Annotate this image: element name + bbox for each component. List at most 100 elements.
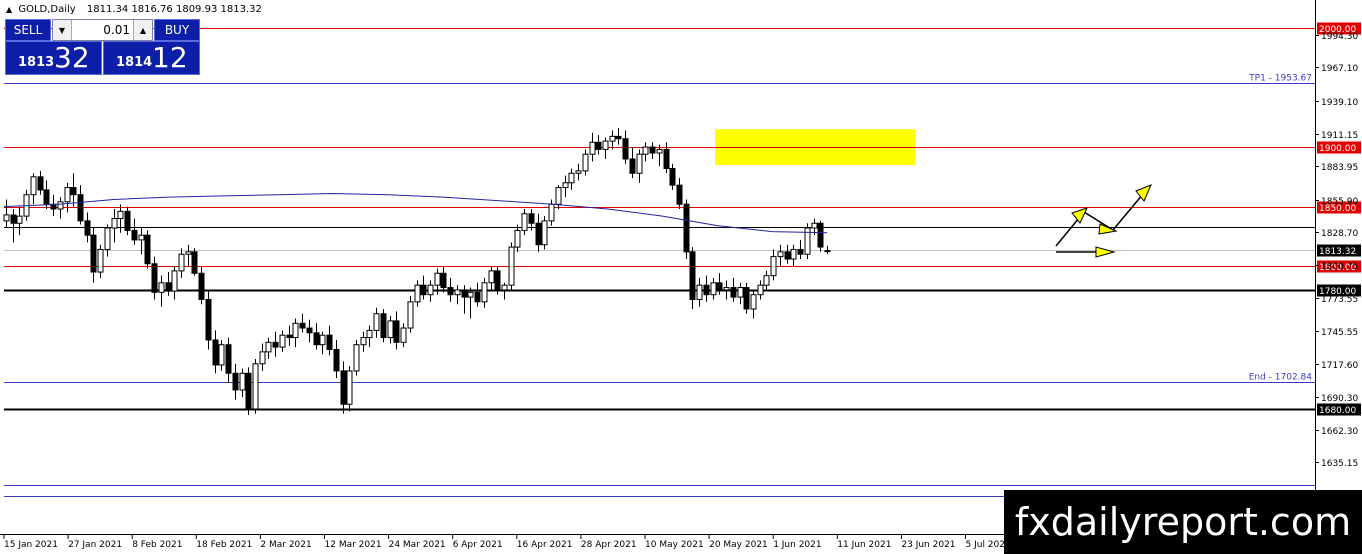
y-tick-label: 1717.60: [1321, 361, 1358, 371]
x-tick-label: 27 Jan 2021: [68, 540, 122, 550]
candle-body: [326, 334, 333, 350]
candle-body: [245, 372, 252, 410]
candle-body: [434, 272, 441, 286]
candle-body: [595, 141, 602, 150]
one-click-trading-panel: SELL ▼ 0.01 ▲ BUY 1813 32 1814 12: [5, 19, 200, 77]
x-tick-label: 1 Jun 2021: [773, 540, 821, 550]
candle-body: [481, 282, 488, 303]
y-tick-label: 1911.15: [1321, 131, 1358, 141]
candle-body: [440, 272, 447, 289]
candle-body: [373, 313, 380, 331]
candle-body: [299, 322, 306, 329]
arrow-head-icon: [1095, 246, 1116, 258]
price-tag-label: 1813.32: [1319, 247, 1356, 257]
candle-body: [259, 351, 266, 365]
bid-price-button[interactable]: 1813 32: [5, 41, 102, 75]
lot-increase-icon[interactable]: ▲: [133, 20, 152, 40]
candle-body: [521, 213, 528, 231]
candle-body: [77, 194, 84, 222]
ask-price-pips: 12: [152, 41, 188, 74]
x-tick-label: 18 Feb 2021: [196, 540, 252, 550]
candle-body: [488, 270, 495, 284]
lot-decrease-icon[interactable]: ▼: [53, 20, 72, 40]
candle-body: [663, 148, 670, 169]
candle-body: [407, 301, 414, 329]
candle-body: [737, 287, 744, 298]
x-tick-label: 16 Apr 2021: [517, 540, 573, 550]
candle-body: [743, 287, 750, 310]
candle-body: [811, 222, 818, 229]
bid-price-prefix: 1813: [18, 55, 55, 70]
candle-body: [185, 251, 192, 255]
candle-body: [454, 289, 461, 296]
candle-body: [622, 138, 629, 160]
candle-body: [171, 270, 178, 292]
buy-button[interactable]: BUY: [154, 19, 200, 41]
ask-price-button[interactable]: 1814 12: [103, 41, 200, 75]
candle-body: [420, 284, 427, 296]
candle-body: [366, 329, 373, 339]
candle-body: [64, 187, 71, 203]
candle-body: [568, 172, 575, 184]
candle-body: [272, 341, 279, 348]
x-tick-label: 6 Apr 2021: [453, 540, 503, 550]
candle-body: [10, 214, 17, 224]
candle-body: [252, 363, 259, 410]
candle-body: [710, 282, 717, 296]
y-tick-label: 1745.55: [1321, 328, 1358, 338]
x-tick-label: 12 Mar 2021: [325, 540, 382, 550]
candle-body: [165, 282, 172, 292]
candle-body: [797, 248, 804, 255]
candle-body: [191, 251, 198, 274]
candle-body: [212, 339, 219, 366]
candle-body: [555, 187, 562, 205]
candle-body: [602, 140, 609, 150]
ohlc-readout: 1811.34 1816.76 1809.93 1813.32: [86, 4, 262, 15]
candle-body: [636, 153, 643, 174]
candle-body: [346, 370, 353, 405]
candle-body: [117, 210, 124, 219]
candle-body: [414, 284, 421, 303]
lot-size-value[interactable]: 0.01: [71, 20, 134, 40]
candle-body: [589, 141, 596, 155]
candle-body: [467, 291, 474, 298]
candle-body: [763, 275, 770, 286]
candle-body: [723, 287, 730, 291]
candle-body: [158, 282, 165, 293]
candle-body: [696, 284, 703, 300]
candle-body: [205, 298, 212, 341]
candle-body: [104, 227, 111, 250]
candle-body: [151, 263, 158, 293]
candle-body: [360, 337, 367, 346]
price-tag-label: 1680.00: [1319, 406, 1356, 416]
sell-button[interactable]: SELL: [5, 19, 51, 41]
candle-body: [790, 248, 797, 260]
candle-body: [770, 256, 777, 277]
candle-body: [380, 313, 387, 339]
candle-body: [70, 187, 77, 196]
candle-body: [400, 327, 407, 343]
candle-body: [97, 248, 104, 273]
candle-body: [333, 348, 340, 372]
chart-area[interactable]: 2000.00 TP1 - 1953.67 1900.00 1850.00 1813.3…: [0, 0, 1361, 550]
candle-body: [548, 203, 555, 222]
candle-body: [239, 372, 246, 391]
x-tick-label: 10 May 2021: [645, 540, 704, 550]
candle-body: [131, 229, 138, 241]
x-tick-label: 28 Apr 2021: [581, 540, 637, 550]
candle-body: [676, 184, 683, 205]
candle-body: [30, 176, 37, 196]
candle-body: [817, 222, 824, 248]
price-chart[interactable]: 2000.00TP1 - 1953.671900.001850.001813.3…: [0, 0, 1362, 554]
candle-body: [689, 251, 696, 300]
candle-body: [683, 203, 690, 253]
x-tick-label: 24 Mar 2021: [389, 540, 446, 550]
arrow-head-icon: [1071, 207, 1088, 224]
candle-body: [286, 334, 293, 339]
x-tick-label: 15 Jan 2021: [4, 540, 58, 550]
candle-body: [750, 294, 757, 310]
candle-body: [111, 218, 118, 229]
candle-body: [313, 332, 320, 346]
lot-size-stepper[interactable]: ▼ 0.01 ▲: [52, 19, 153, 41]
candle-body: [447, 287, 454, 296]
